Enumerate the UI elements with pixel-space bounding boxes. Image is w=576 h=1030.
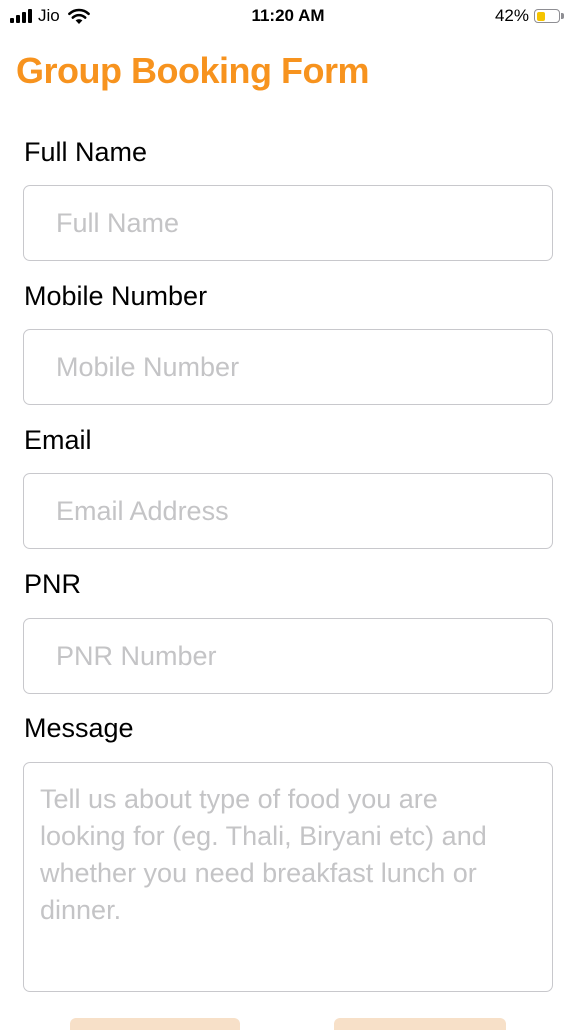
button-peek-right[interactable]	[334, 1018, 506, 1030]
full-name-label: Full Name	[24, 137, 148, 167]
page-title: Group Booking Form	[16, 50, 369, 91]
full-name-placeholder: Full Name	[56, 207, 180, 238]
battery-cap	[561, 13, 564, 19]
battery-icon	[534, 9, 560, 23]
mobile-number-label: Mobile Number	[24, 281, 208, 311]
pnr-input[interactable]: PNR Number	[23, 618, 553, 694]
mobile-number-input[interactable]: Mobile Number	[23, 329, 553, 405]
button-peek-left[interactable]	[70, 1018, 240, 1030]
email-placeholder: Email Address	[56, 495, 229, 526]
message-textarea[interactable]: Tell us about type of food you are looki…	[23, 762, 553, 992]
status-time: 11:20 AM	[251, 6, 325, 25]
battery-percent: 42%	[494, 6, 529, 25]
battery-fill	[536, 11, 545, 21]
pnr-placeholder: PNR Number	[56, 640, 217, 671]
status-bar: Jio 11:20 AM 42%	[0, 0, 576, 34]
email-input[interactable]: Email Address	[23, 473, 553, 549]
message-label: Message	[24, 713, 134, 743]
full-name-input[interactable]: Full Name	[23, 185, 553, 261]
status-right: 42%	[495, 6, 564, 26]
pnr-label: PNR	[24, 569, 82, 599]
email-label: Email	[24, 425, 92, 455]
mobile-number-placeholder: Mobile Number	[56, 351, 240, 382]
message-placeholder: Tell us about type of food you are looki…	[40, 784, 487, 925]
